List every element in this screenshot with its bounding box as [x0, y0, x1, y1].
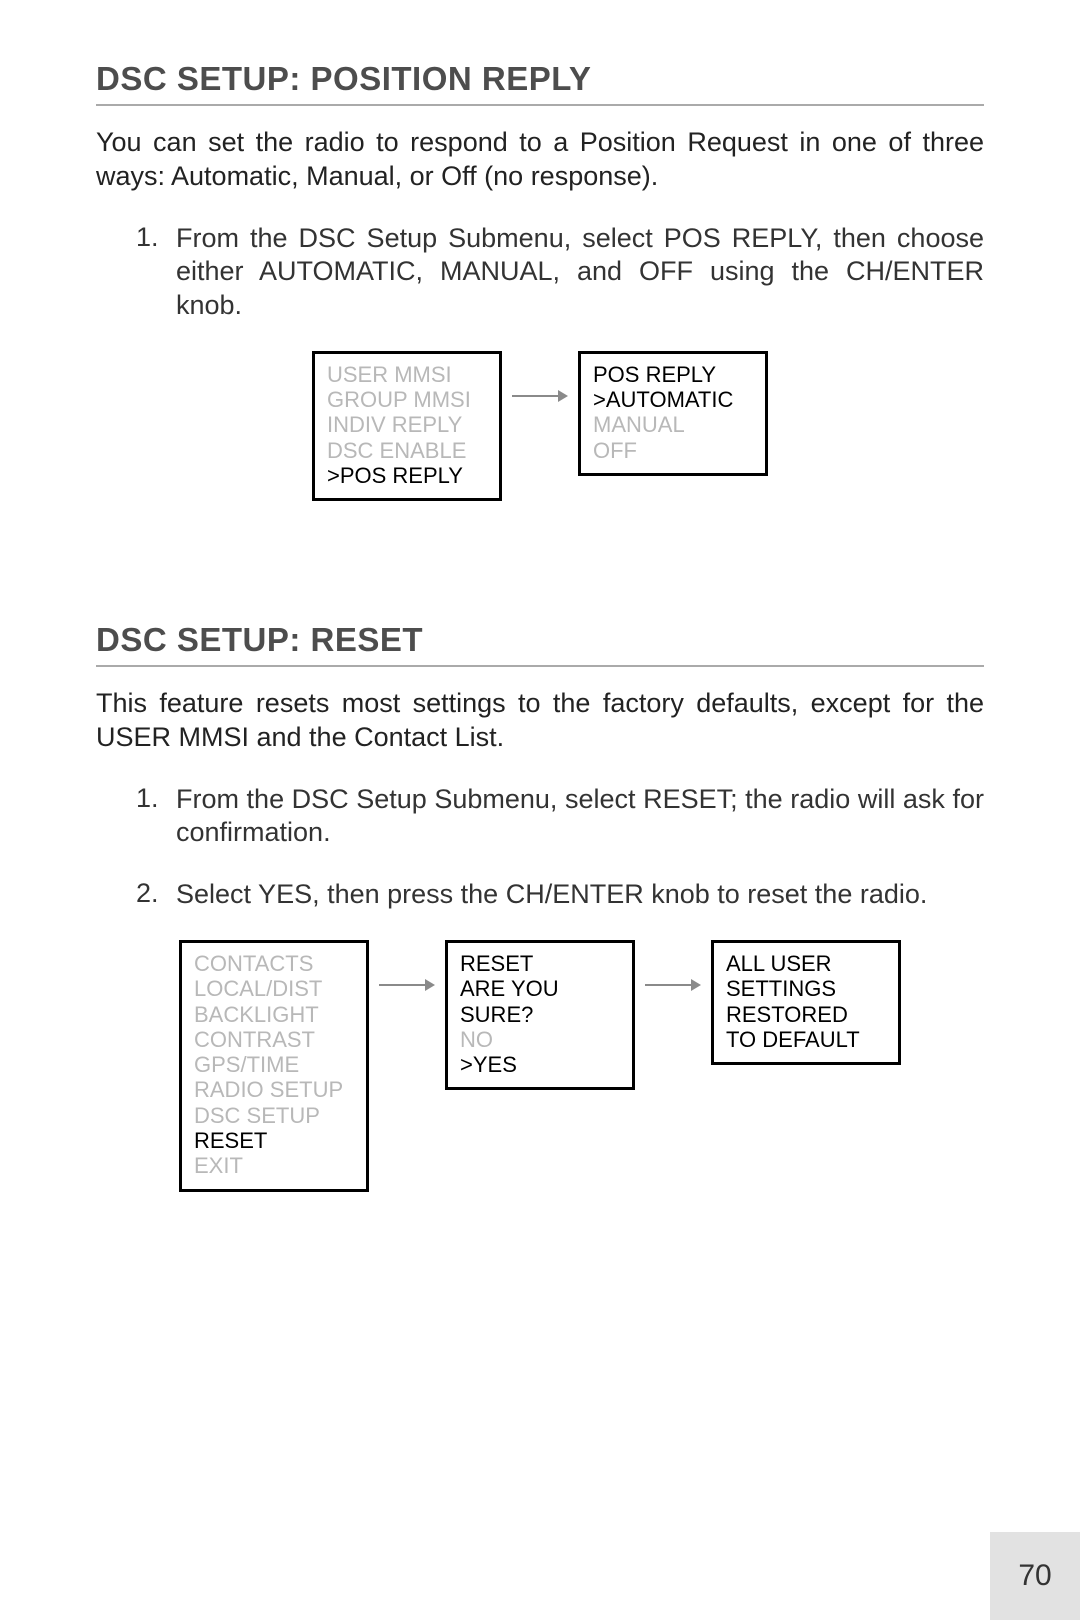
lcd-line: BACKLIGHT	[194, 1002, 354, 1027]
lcd-line: RESTORED	[726, 1002, 886, 1027]
intro-position-reply: You can set the radio to respond to a Po…	[96, 126, 984, 194]
step-item: 2. Select YES, then press the CH/ENTER k…	[136, 878, 984, 912]
lcd-line: INDIV REPLY	[327, 412, 487, 437]
lcd-line-selected: RESET	[194, 1128, 354, 1153]
step-text: Select YES, then press the CH/ENTER knob…	[176, 878, 984, 912]
step-number: 2.	[136, 878, 176, 912]
heading-position-reply: DSC SETUP: POSITION REPLY	[96, 60, 984, 106]
arrow-right-icon	[643, 976, 703, 994]
lcd-line: SETTINGS	[726, 976, 886, 1001]
step-text: From the DSC Setup Submenu, select RESET…	[176, 783, 984, 851]
lcd-line: TO DEFAULT	[726, 1027, 886, 1052]
lcd-line: EXIT	[194, 1153, 354, 1178]
step-item: 1. From the DSC Setup Submenu, select PO…	[136, 222, 984, 323]
step-number: 1.	[136, 783, 176, 851]
lcd-line-selected: >AUTOMATIC	[593, 387, 753, 412]
intro-reset: This feature resets most settings to the…	[96, 687, 984, 755]
steps-reset: 1. From the DSC Setup Submenu, select RE…	[136, 783, 984, 912]
lcd-flow-reset: CONTACTS LOCAL/DIST BACKLIGHT CONTRAST G…	[96, 940, 984, 1192]
lcd-line: GPS/TIME	[194, 1052, 354, 1077]
arrow-right-icon	[510, 387, 570, 405]
lcd-line: CONTRAST	[194, 1027, 354, 1052]
heading-reset: DSC SETUP: RESET	[96, 621, 984, 667]
lcd-line: LOCAL/DIST	[194, 976, 354, 1001]
lcd-line: OFF	[593, 438, 753, 463]
step-number: 1.	[136, 222, 176, 323]
lcd-line-selected: >YES	[460, 1052, 620, 1077]
page-number: 70	[990, 1532, 1080, 1620]
lcd-line: GROUP MMSI	[327, 387, 487, 412]
lcd-line: RESET	[460, 951, 620, 976]
lcd-line: USER MMSI	[327, 362, 487, 387]
lcd-line: SURE?	[460, 1002, 620, 1027]
lcd-line: ARE YOU	[460, 976, 620, 1001]
step-item: 1. From the DSC Setup Submenu, select RE…	[136, 783, 984, 851]
lcd-screen-pos-reply-options: POS REPLY >AUTOMATIC MANUAL OFF	[578, 351, 768, 476]
lcd-line: MANUAL	[593, 412, 753, 437]
lcd-screen-reset-done: ALL USER SETTINGS RESTORED TO DEFAULT	[711, 940, 901, 1065]
steps-position-reply: 1. From the DSC Setup Submenu, select PO…	[136, 222, 984, 323]
lcd-line: DSC SETUP	[194, 1103, 354, 1128]
lcd-line: RADIO SETUP	[194, 1077, 354, 1102]
lcd-line-selected: >POS REPLY	[327, 463, 487, 488]
lcd-screen-dsc-submenu: USER MMSI GROUP MMSI INDIV REPLY DSC ENA…	[312, 351, 502, 501]
step-text: From the DSC Setup Submenu, select POS R…	[176, 222, 984, 323]
lcd-line: NO	[460, 1027, 620, 1052]
arrow-right-icon	[377, 976, 437, 994]
lcd-line: CONTACTS	[194, 951, 354, 976]
lcd-screen-reset-confirm: RESET ARE YOU SURE? NO >YES	[445, 940, 635, 1090]
lcd-line: POS REPLY	[593, 362, 753, 387]
lcd-line: ALL USER	[726, 951, 886, 976]
lcd-line: DSC ENABLE	[327, 438, 487, 463]
lcd-flow-position-reply: USER MMSI GROUP MMSI INDIV REPLY DSC ENA…	[96, 351, 984, 501]
lcd-screen-main-menu: CONTACTS LOCAL/DIST BACKLIGHT CONTRAST G…	[179, 940, 369, 1192]
